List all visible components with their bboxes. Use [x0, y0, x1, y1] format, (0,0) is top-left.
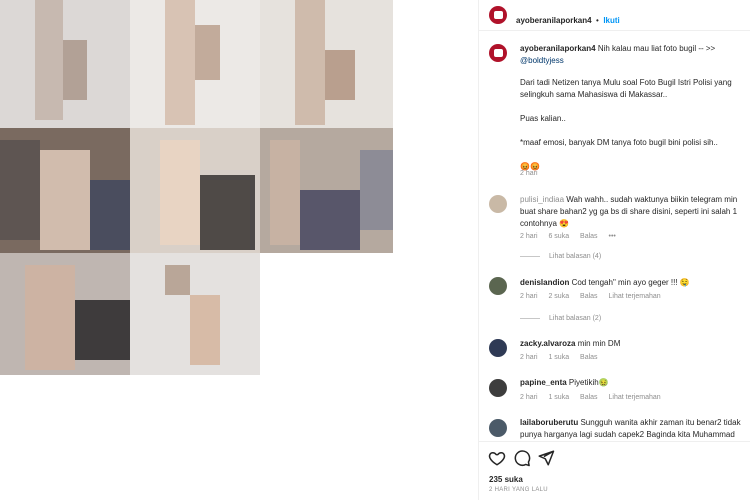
comment-meta: 2 hari 1 suka Balas — [520, 354, 607, 361]
comments-area[interactable]: ayoberanilaporkan4 Nih kalau mau liat fo… — [479, 31, 750, 441]
comment-text: Wah wahh.. sudah waktunya biikin telegra… — [566, 195, 738, 204]
caption-body: Dari tadi Netizen tanya Mulu soal Foto B… — [520, 77, 750, 173]
translate-link[interactable]: Lihat terjemahan — [609, 293, 661, 300]
comment-text: Cod tengah" min ayo geger !!! 🤤 — [571, 278, 690, 287]
comment-username[interactable]: papine_enta — [520, 378, 567, 387]
pixelation-block — [325, 50, 355, 100]
view-replies-label[interactable]: Lihat balasan (2) — [549, 315, 601, 322]
comment: zacky.alvaroza min min DM — [520, 338, 750, 350]
comment-avatar[interactable] — [489, 339, 507, 357]
caption-body-line: Puas kalian.. — [520, 114, 566, 123]
comment-text: buat share bahan2 yg ga bs di share disi… — [520, 207, 738, 216]
poster-avatar[interactable] — [489, 6, 507, 24]
caption-body-line: *maaf emosi, banyak DM tanya foto bugil … — [520, 138, 718, 147]
caption: ayoberanilaporkan4 Nih kalau mau liat fo… — [520, 43, 750, 67]
follow-button[interactable]: Ikuti — [603, 16, 619, 25]
comment-time: 2 hari — [520, 293, 538, 300]
comment-username[interactable]: zacky.alvaroza — [520, 339, 575, 348]
post-sidebar: ayoberanilaporkan4 • Ikuti ayoberanilapo… — [478, 0, 750, 500]
comment-meta: 2 hari 2 suka Balas Lihat terjemahan — [520, 293, 670, 300]
comment-text: punya harganya lagi sudah capek2 Baginda… — [520, 430, 735, 439]
mention-link[interactable]: @boldtyjess — [520, 56, 564, 65]
comment-text: contohnya 😍 — [520, 219, 570, 228]
view-replies[interactable]: Lihat balasan (2) — [520, 315, 610, 322]
comment-time: 2 hari — [520, 354, 538, 361]
heart-icon[interactable] — [488, 449, 506, 467]
translate-link[interactable]: Lihat terjemahan — [609, 394, 661, 401]
pixelation-block — [40, 150, 90, 250]
caption-body-line: selingkuh sama Mahasiswa di Makassar.. — [520, 90, 668, 99]
pixelation-block — [295, 0, 325, 125]
share-icon[interactable] — [537, 449, 555, 467]
comment-text: min min DM — [577, 339, 621, 348]
pixelation-block — [75, 300, 130, 360]
comment-text: Piyetikih🤢 — [568, 378, 609, 387]
pixelation-block — [165, 0, 195, 125]
comment-time: 2 hari — [520, 233, 538, 240]
caption-body-line: Dari tadi Netizen tanya Mulu soal Foto B… — [520, 78, 732, 87]
comment-meta: 2 hari 6 suka Balas ••• — [520, 233, 625, 240]
reply-button[interactable]: Balas — [580, 394, 598, 401]
reply-button[interactable]: Balas — [580, 354, 598, 361]
comment-meta: 2 hari 1 suka Balas Lihat terjemahan — [520, 394, 670, 401]
post-media[interactable] — [0, 0, 478, 500]
comment-avatar[interactable] — [489, 277, 507, 295]
pixelation-block — [160, 140, 200, 245]
comment-avatar[interactable] — [489, 195, 507, 213]
pixelation-block — [165, 265, 190, 295]
view-replies[interactable]: Lihat balasan (4) — [520, 253, 610, 260]
pixelation-block — [0, 140, 40, 240]
more-options-icon[interactable]: ••• — [609, 233, 616, 240]
comment: denislandion Cod tengah" min ayo geger !… — [520, 277, 750, 289]
pixelated-photo-collage — [0, 0, 393, 375]
comment-username[interactable]: lailaboruberutu — [520, 418, 578, 427]
comment-likes[interactable]: 6 suka — [548, 233, 569, 240]
pixelation-block — [195, 25, 220, 80]
pixelation-block — [35, 0, 63, 120]
post-header: ayoberanilaporkan4 • Ikuti — [479, 0, 750, 31]
comment-avatar[interactable] — [489, 419, 507, 437]
caption-line: Nih kalau mau liat foto bugil -- >> — [597, 44, 716, 53]
pixelation-block — [90, 180, 130, 250]
pixelation-block — [200, 175, 255, 250]
poster-username[interactable]: ayoberanilaporkan4 — [516, 16, 592, 25]
caption-avatar[interactable] — [489, 44, 507, 62]
comment-username[interactable]: denislandion — [520, 278, 569, 287]
pixelation-block — [190, 295, 220, 365]
comment: lailaboruberutu Sungguh wanita akhir zam… — [520, 417, 750, 441]
post-date: 2 HARI YANG LALU — [489, 487, 548, 493]
pixelation-block — [360, 150, 393, 230]
comment: papine_enta Piyetikih🤢 — [520, 377, 750, 389]
comment: pulisi_indiaa Wah wahh.. sudah waktunya … — [520, 194, 750, 230]
like-count[interactable]: 235 suka — [489, 475, 523, 484]
pixelation-block — [270, 140, 300, 245]
comment-likes[interactable]: 2 suka — [548, 293, 569, 300]
comment-icon[interactable] — [513, 449, 531, 467]
pixelation-block — [25, 265, 75, 370]
comment-text: Sungguh wanita akhir zaman itu benar2 ti… — [580, 418, 741, 427]
comment-username[interactable]: pulisi_indiaa — [520, 195, 564, 204]
caption-time: 2 hari — [520, 170, 538, 177]
comment-avatar[interactable] — [489, 379, 507, 397]
comment-time: 2 hari — [520, 394, 538, 401]
comment-likes[interactable]: 1 suka — [548, 354, 569, 361]
post-actions: 235 suka 2 HARI YANG LALU — [479, 441, 750, 500]
reply-button[interactable]: Balas — [580, 233, 598, 240]
comment-likes[interactable]: 1 suka — [548, 394, 569, 401]
pixelation-block — [63, 40, 87, 100]
caption-emoji: 😡😡 — [520, 162, 540, 171]
pixelation-block — [300, 190, 360, 250]
view-replies-label[interactable]: Lihat balasan (4) — [549, 253, 601, 260]
reply-button[interactable]: Balas — [580, 293, 598, 300]
separator-dot: • — [596, 16, 599, 25]
caption-username[interactable]: ayoberanilaporkan4 — [520, 44, 596, 53]
